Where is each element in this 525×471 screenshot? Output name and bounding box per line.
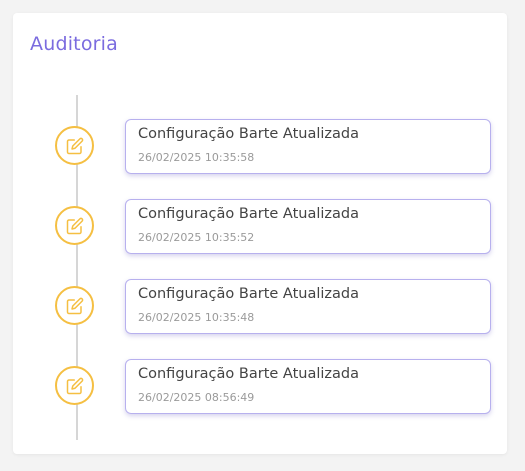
timeline-item: Configuração Barte Atualizada 26/02/2025… (13, 359, 507, 415)
entry-title: Configuração Barte Atualizada (138, 286, 359, 302)
entry-title: Configuração Barte Atualizada (138, 126, 359, 142)
entry-timestamp: 26/02/2025 08:56:49 (138, 391, 255, 404)
entry-timestamp: 26/02/2025 10:35:58 (138, 151, 255, 164)
entry-title: Configuração Barte Atualizada (138, 366, 359, 382)
timeline-item: Configuração Barte Atualizada 26/02/2025… (13, 119, 507, 175)
audit-card: Auditoria Configuração Barte Atualizada … (13, 13, 507, 454)
edit-icon (55, 206, 94, 245)
edit-icon (55, 126, 94, 165)
timeline-item: Configuração Barte Atualizada 26/02/2025… (13, 199, 507, 255)
timeline-item: Configuração Barte Atualizada 26/02/2025… (13, 279, 507, 335)
edit-icon (55, 366, 94, 405)
edit-icon (55, 286, 94, 325)
timeline-entry[interactable]: Configuração Barte Atualizada 26/02/2025… (125, 359, 491, 414)
timeline-entry[interactable]: Configuração Barte Atualizada 26/02/2025… (125, 119, 491, 174)
timeline-entry[interactable]: Configuração Barte Atualizada 26/02/2025… (125, 279, 491, 334)
entry-title: Configuração Barte Atualizada (138, 206, 359, 222)
entry-timestamp: 26/02/2025 10:35:48 (138, 311, 255, 324)
entry-timestamp: 26/02/2025 10:35:52 (138, 231, 255, 244)
card-title: Auditoria (30, 33, 118, 55)
timeline-entry[interactable]: Configuração Barte Atualizada 26/02/2025… (125, 199, 491, 254)
